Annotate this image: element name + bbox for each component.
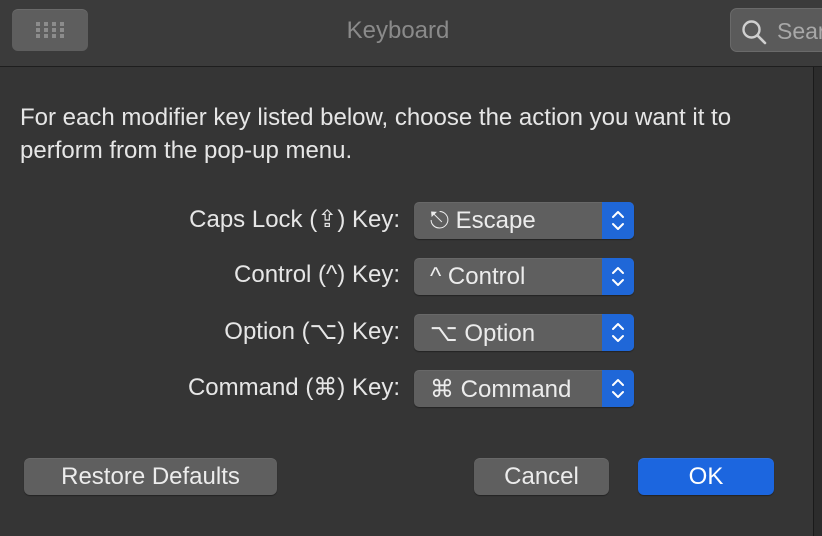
title-bar: Keyboard Sear <box>0 0 822 67</box>
option-value: ⌥ Option <box>430 320 536 347</box>
search-icon <box>742 20 767 45</box>
popup-arrows-icon <box>602 258 634 295</box>
restore-defaults-button[interactable]: Restore Defaults <box>24 458 277 495</box>
popup-arrows-icon <box>602 370 634 407</box>
search-placeholder: Sear <box>777 18 822 44</box>
caps-lock-value: ⎋ Escape <box>430 207 536 234</box>
keyboard-window: Keyboard Sear For each modifier key list… <box>0 0 822 536</box>
ok-button[interactable]: OK <box>638 458 774 495</box>
caps-lock-popup[interactable]: ⎋ Escape <box>414 202 634 239</box>
window-title: Keyboard <box>346 17 450 44</box>
caps-lock-label: Caps Lock (⇪) Key: <box>189 206 400 233</box>
control-label: Control (^) Key: <box>234 261 400 288</box>
sheet-description: For each modifier key listed below, choo… <box>20 104 732 164</box>
popup-arrows-icon <box>602 202 634 239</box>
command-value: ⌘ Command <box>430 376 572 403</box>
control-value: ^ Control <box>430 263 526 290</box>
command-popup[interactable]: ⌘ Command <box>414 370 634 407</box>
option-popup[interactable]: ⌥ Option <box>414 314 634 351</box>
popup-arrows-icon <box>602 314 634 351</box>
control-popup[interactable]: ^ Control <box>414 258 634 295</box>
command-label: Command (⌘) Key: <box>187 374 400 401</box>
cancel-button[interactable]: Cancel <box>474 458 609 495</box>
option-label: Option (⌥) Key: <box>224 318 400 345</box>
window-edge <box>814 67 822 536</box>
search-input[interactable]: Sear <box>730 8 822 52</box>
